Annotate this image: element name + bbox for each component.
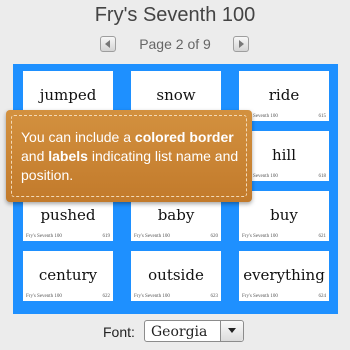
tooltip-bold-text: colored border — [134, 129, 234, 145]
tooltip-bold-text: labels — [48, 148, 88, 164]
flashcard-position-label: 615 — [318, 114, 327, 119]
page-indicator: Page 2 of 9 — [139, 36, 211, 52]
flashcard-word: jumped — [39, 86, 97, 104]
flashcard-list-label: Fry's Seventh 100 — [134, 234, 170, 239]
flashcard-position-label: 619 — [102, 234, 111, 239]
flashcard-list-label: Fry's Seventh 100 — [242, 234, 278, 239]
tooltip-text: You can include a colored border and lab… — [21, 128, 247, 185]
font-select-arrow-button[interactable] — [220, 321, 243, 341]
flashcard-position-label: 618 — [318, 174, 327, 179]
flashcard-word: century — [38, 266, 98, 284]
flashcard-position-label: 623 — [210, 294, 219, 299]
flashcard-list-label: Fry's Seventh 100 — [134, 294, 170, 299]
flashcard: buy Fry's Seventh 100 621 — [239, 191, 329, 241]
flashcard-position-label: 621 — [318, 234, 327, 239]
right-arrow-icon — [239, 40, 244, 48]
page-title: Fry's Seventh 100 — [94, 4, 256, 26]
flashcard-list-label: Fry's Seventh 100 — [26, 234, 62, 239]
chevron-down-icon — [228, 328, 236, 333]
flashcard-word: everything — [243, 266, 325, 284]
flashcard-word: snow — [156, 86, 196, 104]
tooltip-text-part: and — [21, 148, 49, 164]
flashcard-word: pushed — [40, 206, 96, 224]
pager: Page 2 of 9 — [0, 35, 350, 55]
flashcard: hill Fry's Seventh 100 618 — [239, 131, 329, 181]
flashcard-word: baby — [157, 206, 195, 224]
font-select-value: Georgia — [151, 324, 208, 340]
flashcard: ride Fry's Seventh 100 615 — [239, 71, 329, 121]
flashcard-position-label: 620 — [210, 234, 219, 239]
font-picker-row: Font: Georgia — [0, 320, 350, 342]
font-select[interactable]: Georgia — [144, 320, 244, 342]
flashcard-position-label: 622 — [102, 294, 111, 299]
flashcard: century Fry's Seventh 100 622 — [23, 251, 113, 301]
flashcard-word: outside — [148, 266, 204, 284]
tooltip-text-part: You can include a — [21, 129, 135, 145]
left-arrow-icon — [105, 40, 110, 48]
flashcard-word: ride — [268, 86, 300, 104]
flashcard-list-label: Fry's Seventh 100 — [26, 294, 62, 299]
flashcard-word: hill — [271, 146, 297, 164]
flashcard-position-label: 624 — [318, 294, 327, 299]
info-tooltip: You can include a colored border and lab… — [6, 110, 252, 202]
flashcard-word: buy — [270, 206, 298, 224]
next-page-button[interactable] — [233, 36, 249, 52]
font-label: Font: — [103, 324, 135, 340]
flashcard: everything Fry's Seventh 100 624 — [239, 251, 329, 301]
flashcard-list-label: Fry's Seventh 100 — [242, 294, 278, 299]
flashcard: outside Fry's Seventh 100 623 — [131, 251, 221, 301]
prev-page-button[interactable] — [100, 36, 116, 52]
